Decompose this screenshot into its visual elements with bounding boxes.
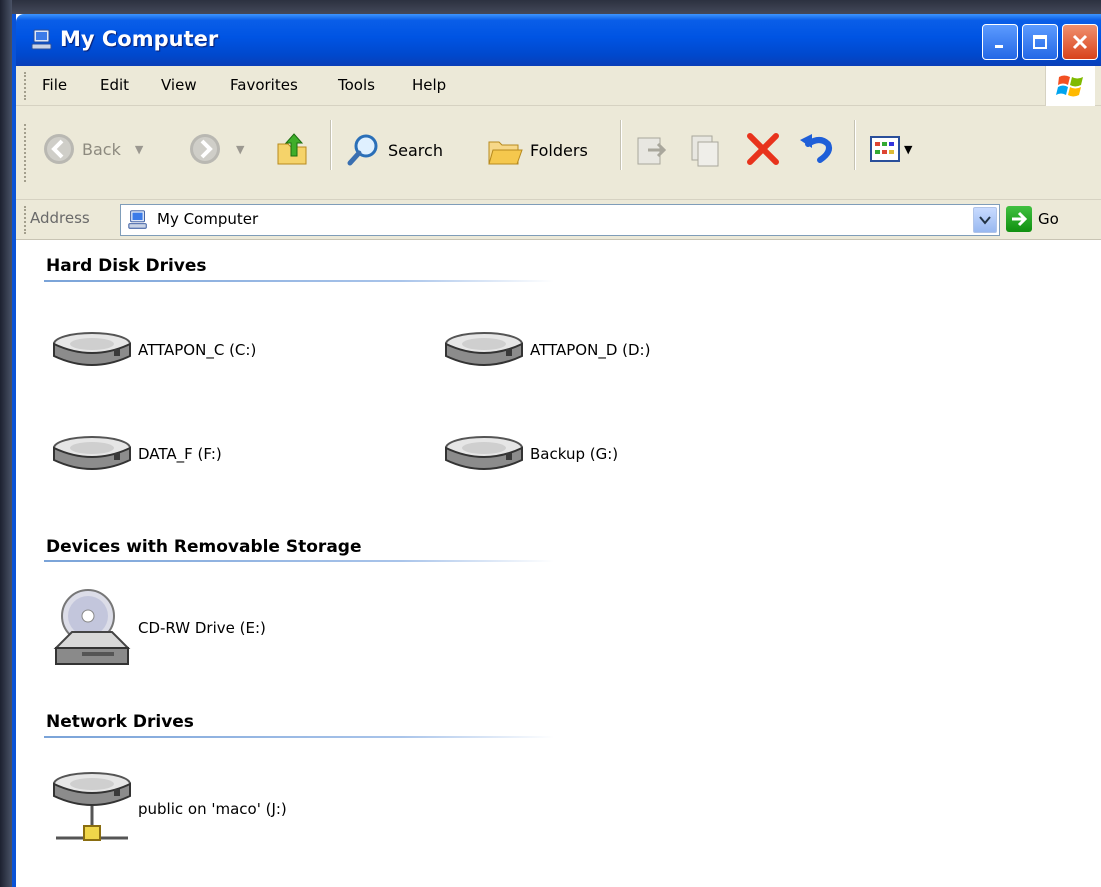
go-button[interactable]: Go xyxy=(1006,206,1059,232)
undo-icon xyxy=(800,134,832,163)
cd-drive-icon xyxy=(53,589,131,665)
drive-item-e[interactable]: CD-RW Drive (E:) xyxy=(52,586,266,670)
content-pane: Hard Disk Drives ATTAPON_C (C:) ATTAPON_… xyxy=(16,240,1101,887)
folders-icon xyxy=(488,141,523,165)
views-dropdown-icon[interactable]: ▼ xyxy=(904,143,912,156)
group-header-network-drives: Network Drives xyxy=(46,712,194,732)
drive-label: CD-RW Drive (E:) xyxy=(138,619,266,637)
maximize-button[interactable] xyxy=(1022,24,1058,60)
hard-disk-icon xyxy=(53,332,131,366)
forward-dropdown-icon[interactable]: ▼ xyxy=(236,143,244,156)
copy-to-icon xyxy=(691,135,719,167)
toolbar-separator xyxy=(330,120,332,170)
views-grid-icon xyxy=(870,136,900,162)
views-button[interactable]: ▼ xyxy=(870,134,912,164)
drive-label: ATTAPON_C (C:) xyxy=(138,341,257,359)
menubar-grip[interactable] xyxy=(24,72,28,100)
minimize-icon xyxy=(995,45,1003,48)
menu-edit[interactable]: Edit xyxy=(100,76,129,94)
back-dropdown-icon[interactable]: ▼ xyxy=(135,143,143,156)
folders-label: Folders xyxy=(530,140,588,160)
hard-disk-icon xyxy=(53,436,131,470)
forward-button[interactable]: ▼ xyxy=(188,132,244,166)
drive-item-c[interactable]: ATTAPON_C (C:) xyxy=(52,330,256,370)
drive-item-j[interactable]: public on 'maco' (J:) xyxy=(52,770,287,848)
copy-to-button[interactable] xyxy=(688,132,724,168)
computer-icon xyxy=(31,29,52,50)
move-to-button[interactable] xyxy=(634,132,670,168)
minimize-button[interactable] xyxy=(982,24,1018,60)
address-dropdown-button[interactable] xyxy=(973,207,997,233)
move-to-icon xyxy=(637,137,667,165)
title-bar[interactable]: My Computer xyxy=(16,14,1101,66)
toolbar-separator xyxy=(854,120,856,170)
forward-arrow-icon xyxy=(190,134,220,164)
delete-button[interactable] xyxy=(744,130,782,168)
back-button[interactable]: Back ▼ xyxy=(42,132,143,166)
group-header-removable-storage: Devices with Removable Storage xyxy=(46,537,362,557)
computer-icon xyxy=(128,210,147,229)
drive-label: ATTAPON_D (D:) xyxy=(530,341,651,359)
windows-logo xyxy=(1045,66,1095,106)
address-label: Address xyxy=(30,209,90,227)
delete-icon xyxy=(747,133,779,165)
standard-toolbar: Back ▼ ▼ Search Folders ▼ xyxy=(16,106,1101,200)
folders-button[interactable]: Folders xyxy=(486,132,588,168)
menu-file[interactable]: File xyxy=(42,76,67,94)
window-title: My Computer xyxy=(60,27,219,51)
undo-button[interactable] xyxy=(798,130,836,168)
search-icon xyxy=(347,134,378,166)
drive-label: DATA_F (F:) xyxy=(138,445,222,463)
windows-flag-icon xyxy=(1055,75,1083,97)
close-icon xyxy=(1072,34,1088,50)
hard-disk-icon xyxy=(445,436,523,470)
hard-disk-icon xyxy=(445,332,523,366)
chevron-down-icon xyxy=(979,216,991,225)
menu-view[interactable]: View xyxy=(161,76,197,94)
maximize-icon xyxy=(1033,35,1047,49)
search-label: Search xyxy=(388,140,443,160)
explorer-window: My Computer File Edit View Favorites Too… xyxy=(12,14,1101,887)
close-button[interactable] xyxy=(1062,24,1098,60)
network-drive-icon xyxy=(53,772,131,841)
go-arrow-icon xyxy=(1006,206,1032,232)
group-divider xyxy=(44,560,554,562)
up-folder-button[interactable] xyxy=(274,130,310,168)
menu-favorites[interactable]: Favorites xyxy=(230,76,298,94)
menu-bar: File Edit View Favorites Tools Help xyxy=(16,66,1101,106)
group-divider xyxy=(44,280,554,282)
desktop-background-left xyxy=(0,0,12,887)
drive-item-g[interactable]: Backup (G:) xyxy=(444,434,618,474)
menu-help[interactable]: Help xyxy=(412,76,446,94)
up-folder-icon xyxy=(277,133,307,165)
back-arrow-icon xyxy=(44,134,74,164)
back-label: Back xyxy=(82,139,121,159)
drive-item-d[interactable]: ATTAPON_D (D:) xyxy=(444,330,650,370)
addressbar-grip[interactable] xyxy=(24,206,28,234)
address-input[interactable]: My Computer xyxy=(120,204,1000,236)
drive-item-f[interactable]: DATA_F (F:) xyxy=(52,434,222,474)
desktop-background-top xyxy=(0,0,1101,14)
toolbar-separator xyxy=(620,120,622,170)
group-divider xyxy=(44,736,554,738)
drive-label: public on 'maco' (J:) xyxy=(138,800,287,818)
go-label: Go xyxy=(1038,210,1059,228)
drive-label: Backup (G:) xyxy=(530,445,619,463)
toolbar-grip[interactable] xyxy=(24,124,28,182)
address-bar: Address My Computer Go xyxy=(16,200,1101,240)
menu-tools[interactable]: Tools xyxy=(338,76,375,94)
group-header-hard-disk-drives: Hard Disk Drives xyxy=(46,256,207,276)
search-button[interactable]: Search xyxy=(346,132,443,168)
address-value: My Computer xyxy=(157,210,259,228)
